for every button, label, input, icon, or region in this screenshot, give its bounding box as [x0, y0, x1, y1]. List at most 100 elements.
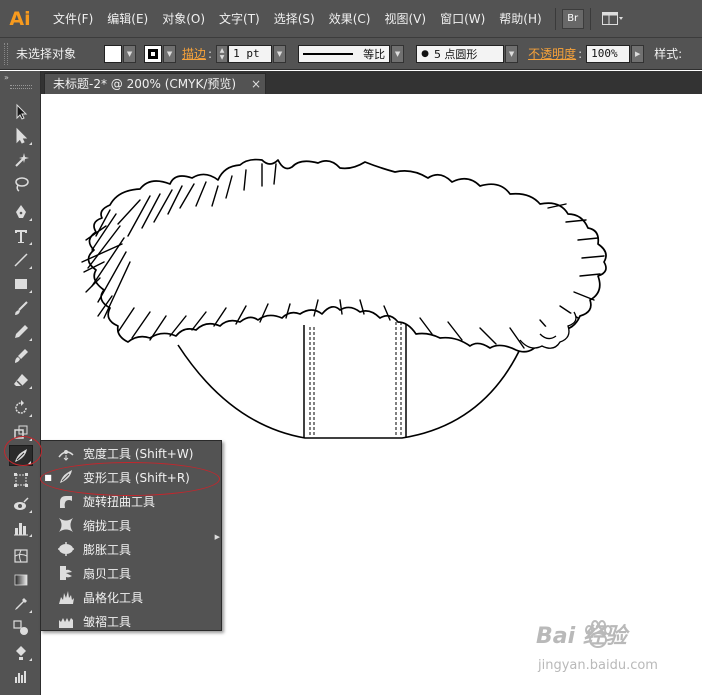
- selection-status: 未选择对象: [16, 47, 77, 61]
- blob-brush-tool[interactable]: [9, 345, 33, 366]
- magic-wand-tool[interactable]: [9, 149, 33, 170]
- tools-panel-grip[interactable]: [10, 85, 32, 89]
- rotate-tool[interactable]: [9, 397, 33, 418]
- flyout-item-pucker-tool[interactable]: 缩拢工具: [41, 513, 213, 537]
- blend-icon: [13, 619, 28, 635]
- flyout-item-scallop-tool[interactable]: 扇贝工具: [41, 561, 213, 585]
- eraser-icon: [14, 373, 28, 387]
- bridge-button[interactable]: Br: [561, 8, 584, 29]
- mesh-tool[interactable]: [9, 545, 33, 566]
- flyout-item-bloat-tool[interactable]: 膨胀工具: [41, 537, 213, 561]
- menu-list: 文件(F) 编辑(E) 对象(O) 文字(T) 选择(S) 效果(C) 视图(V…: [46, 0, 549, 38]
- close-icon[interactable]: ×: [251, 74, 261, 95]
- graph-tool[interactable]: [9, 665, 33, 686]
- profile-dropdown-arrow[interactable]: ▼: [391, 44, 405, 63]
- rectangle-icon: [15, 278, 27, 289]
- type-tool[interactable]: [9, 225, 33, 246]
- control-bar-grip[interactable]: [4, 42, 8, 65]
- direct-selection-arrow-icon: [16, 127, 28, 144]
- control-bar: 未选择对象 ▼ ▼ 描边 : ▲ ▼ 1 pt ▼ 等比 ▼ ● 5 点圆形 ▼ …: [0, 38, 702, 70]
- fill-dropdown-arrow[interactable]: ▼: [123, 44, 137, 63]
- document-tab[interactable]: 未标题-2* @ 200% (CMYK/预览) ×: [44, 73, 266, 94]
- menu-help[interactable]: 帮助(H): [492, 0, 548, 38]
- symbol-sprayer-icon: [14, 496, 29, 510]
- menu-view[interactable]: 视图(V): [377, 0, 433, 38]
- menu-edit[interactable]: 编辑(E): [100, 0, 155, 38]
- tools-panel: »: [0, 71, 41, 695]
- eraser-tool[interactable]: [9, 369, 33, 390]
- stroke-weight-field[interactable]: 1 pt: [228, 44, 273, 63]
- variable-width-profile-select[interactable]: 等比: [298, 44, 391, 63]
- hat-body-outline: [177, 344, 523, 439]
- opacity-field[interactable]: 100%: [586, 44, 631, 63]
- fill-swatch[interactable]: [104, 44, 123, 63]
- wrinkle-tool-icon: [55, 611, 77, 631]
- lasso-tool[interactable]: [9, 173, 33, 194]
- menu-object[interactable]: 对象(O): [155, 0, 212, 38]
- stroke-swatch[interactable]: [144, 44, 163, 63]
- stroke-panel-link[interactable]: 描边: [182, 45, 206, 62]
- selection-tool[interactable]: [9, 101, 33, 122]
- magic-wand-icon: [15, 152, 29, 167]
- brush-definition-select[interactable]: ● 5 点圆形: [416, 44, 505, 63]
- brush-dot-icon: ●: [421, 48, 429, 59]
- menu-effect[interactable]: 效果(C): [322, 0, 378, 38]
- menu-file[interactable]: 文件(F): [46, 0, 100, 38]
- opacity-dropdown-arrow[interactable]: ▶: [631, 44, 645, 63]
- menu-type[interactable]: 文字(T): [212, 0, 267, 38]
- free-transform-icon: [14, 472, 28, 487]
- flyout-item-wrinkle-tool[interactable]: 皱褶工具: [41, 609, 213, 633]
- gradient-tool[interactable]: [9, 569, 33, 590]
- menu-window[interactable]: 窗口(W): [433, 0, 492, 38]
- watermark-brand: Bai 经验: [536, 624, 627, 649]
- flyout-label: 膨胀工具: [83, 542, 132, 557]
- direct-selection-tool[interactable]: [9, 125, 33, 146]
- live-paint-tool[interactable]: [9, 641, 33, 662]
- bloat-tool-icon: [55, 539, 77, 559]
- rectangle-tool[interactable]: [9, 273, 33, 294]
- annotation-circle-menu-item: [40, 462, 220, 496]
- symbol-sprayer-tool[interactable]: [9, 493, 33, 514]
- line-segment-icon: [14, 252, 28, 267]
- profile-label: 等比: [363, 47, 386, 61]
- center-strip: [303, 318, 407, 438]
- mesh-icon: [14, 548, 28, 563]
- twirl-tool-icon: [55, 491, 77, 511]
- document-tab-strip: 未标题-2* @ 200% (CMYK/预览) ×: [41, 71, 702, 94]
- flyout-label: 晶格化工具: [83, 590, 144, 605]
- column-graph-tool[interactable]: [9, 517, 33, 538]
- pencil-tool[interactable]: [9, 321, 33, 342]
- pencil-icon: [15, 324, 28, 338]
- app-logo: Ai: [9, 7, 31, 30]
- document-tab-title: 未标题-2* @ 200% (CMYK/预览): [53, 77, 237, 91]
- pen-tool[interactable]: [9, 201, 33, 222]
- line-segment-tool[interactable]: [9, 249, 33, 270]
- free-transform-tool[interactable]: [9, 469, 33, 490]
- flyout-tearoff-arrow-icon[interactable]: ▶: [215, 533, 220, 541]
- eyedropper-tool[interactable]: [9, 593, 33, 614]
- live-paint-bucket-icon: [16, 645, 26, 660]
- bar-graph-icon: [15, 670, 26, 683]
- opacity-panel-link[interactable]: 不透明度: [528, 45, 576, 62]
- pucker-tool-icon: [55, 515, 77, 535]
- rotate-icon: [15, 399, 27, 414]
- pen-nib-icon: [16, 204, 26, 218]
- brush-dropdown-arrow[interactable]: ▼: [505, 44, 519, 63]
- stroke-swatch-square-icon: [148, 48, 159, 59]
- stroke-weight-dropdown-arrow[interactable]: ▼: [273, 44, 287, 63]
- eyedropper-icon: [15, 597, 27, 610]
- menu-bar: Ai 文件(F) 编辑(E) 对象(O) 文字(T) 选择(S) 效果(C) 视…: [0, 0, 702, 38]
- stroke-dropdown-arrow[interactable]: ▼: [163, 44, 177, 63]
- workspace-switcher-button[interactable]: [596, 8, 629, 29]
- lasso-icon: [15, 176, 29, 192]
- flyout-item-crystallize-tool[interactable]: 晶格化工具: [41, 585, 213, 609]
- menu-select[interactable]: 选择(S): [267, 0, 322, 38]
- flyout-label: 宽度工具 (Shift+W): [83, 446, 194, 461]
- watermark-site: jingyan.baidu.com: [538, 658, 658, 673]
- baidu-jingyan-watermark: Bai 经验 jingyan.baidu.com: [536, 618, 670, 688]
- collapse-panel-icon[interactable]: »: [4, 73, 9, 82]
- crystallize-tool-icon: [55, 587, 77, 607]
- blend-tool[interactable]: [9, 617, 33, 638]
- paintbrush-tool[interactable]: [9, 297, 33, 318]
- stroke-weight-stepper[interactable]: ▲ ▼: [216, 44, 229, 63]
